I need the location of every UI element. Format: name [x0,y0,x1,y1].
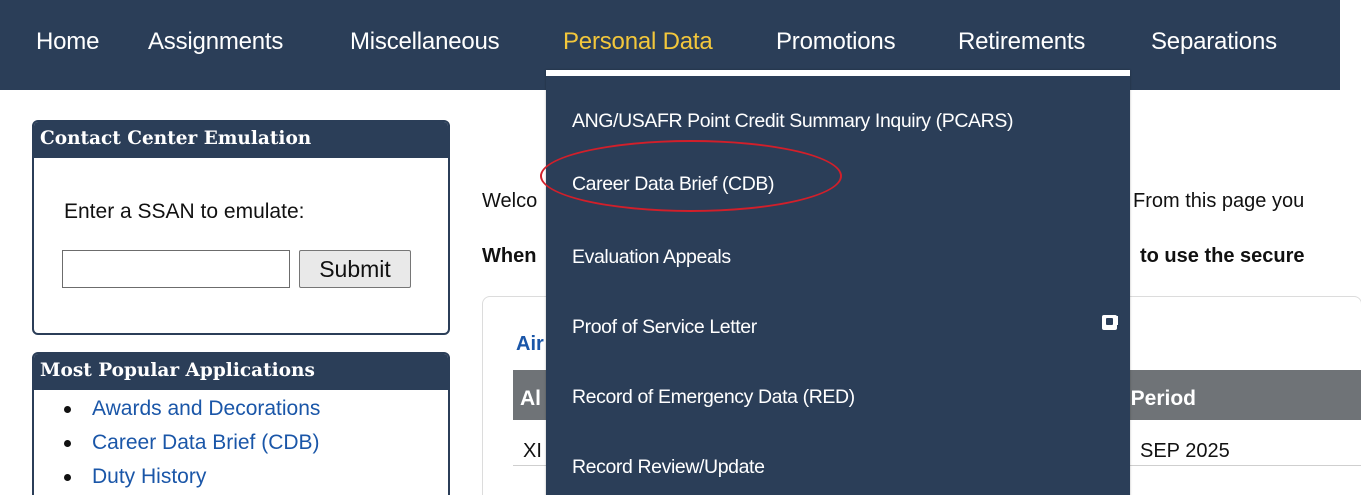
welcome-text-continued: From this page you [1133,190,1305,212]
list-item: Career Data Brief (CDB) [34,430,320,464]
link-career-data-brief[interactable]: Career Data Brief (CDB) [92,431,320,454]
ssan-prompt: Enter a SSAN to emulate: [64,200,305,223]
menu-item-proof-of-service[interactable]: Proof of Service Letter [572,316,757,339]
popular-apps-list: Awards and Decorations Career Data Brief… [34,396,320,495]
table-cell: XI [523,440,542,462]
table-cell-period: SEP 2025 [1140,440,1230,462]
nav-item-separations[interactable]: Separations [1151,28,1277,56]
nav-item-personal-data[interactable]: Personal Data [563,28,713,56]
popular-apps-panel: Most Popular Applications Awards and Dec… [32,352,450,495]
bullet-icon [64,440,71,447]
card-title[interactable]: Air [516,333,544,356]
notice-text-continued: to use the secure [1140,245,1305,267]
nav-item-promotions[interactable]: Promotions [776,28,896,56]
ssan-input[interactable] [62,250,290,288]
submit-button[interactable]: Submit [299,250,411,288]
nav-item-retirements[interactable]: Retirements [958,28,1085,56]
menu-item-record-review[interactable]: Record Review/Update [572,456,765,479]
link-duty-history[interactable]: Duty History [92,465,206,488]
welcome-text: Welco [482,190,538,212]
notice-text: When [482,245,537,267]
external-link-icon [1102,315,1118,330]
nav-item-home[interactable]: Home [36,28,99,56]
menu-item-emergency-data[interactable]: Record of Emergency Data (RED) [572,386,855,409]
table-header-cell: Al [520,387,541,410]
nav-item-assignments[interactable]: Assignments [148,28,283,56]
contact-center-title: Contact Center Emulation [34,122,448,158]
nav-item-miscellaneous[interactable]: Miscellaneous [350,28,500,56]
menu-item-evaluation-appeals[interactable]: Evaluation Appeals [572,246,731,269]
menu-item-career-data-brief[interactable]: Career Data Brief (CDB) [572,173,775,196]
link-awards-decorations[interactable]: Awards and Decorations [92,397,320,420]
personal-data-dropdown: ANG/USAFR Point Credit Summary Inquiry (… [546,70,1130,495]
bullet-icon [64,406,71,413]
popular-apps-title: Most Popular Applications [34,354,448,390]
contact-center-panel: Contact Center Emulation Enter a SSAN to… [32,120,450,335]
list-item: Duty History [34,464,320,495]
list-item: Awards and Decorations [34,396,320,430]
menu-item-pcars[interactable]: ANG/USAFR Point Credit Summary Inquiry (… [572,110,1013,133]
bullet-icon [64,474,71,481]
